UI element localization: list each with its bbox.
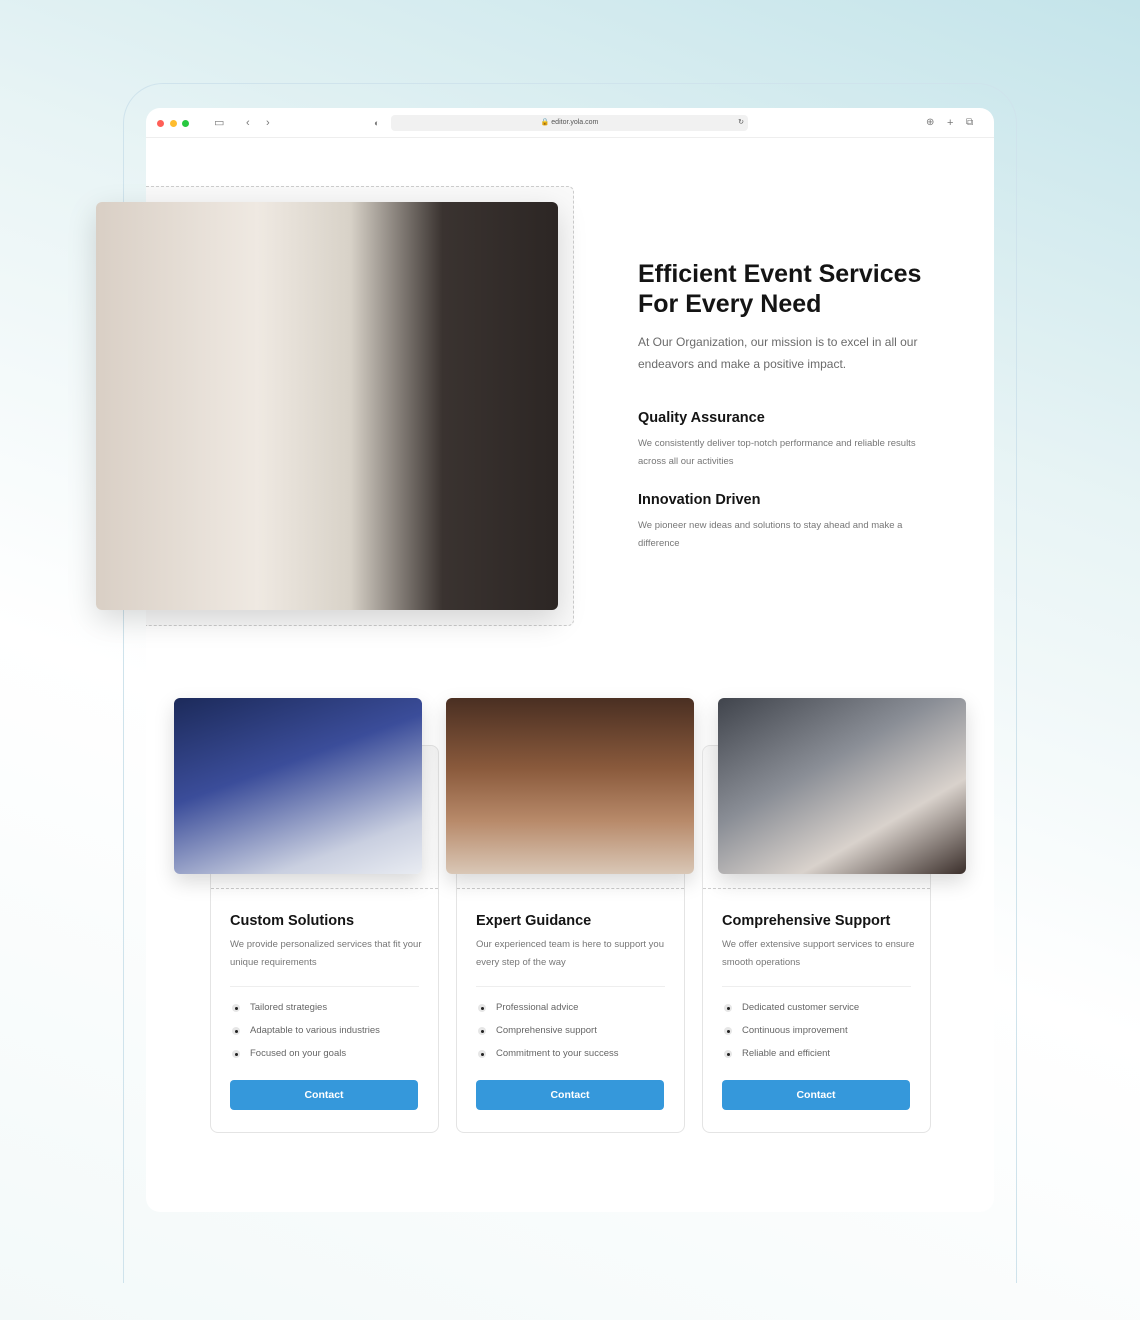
minimize-window-button[interactable] (170, 120, 177, 127)
feature-text: We consistently deliver top-notch perfor… (638, 438, 916, 467)
new-tab-icon[interactable]: + (947, 116, 953, 130)
list-item: Adaptable to various industries (230, 1025, 380, 1048)
list-item: Focused on your goals (230, 1048, 380, 1071)
download-icon[interactable]: ⊕ (926, 116, 934, 130)
list-item: Dedicated customer service (722, 1002, 859, 1025)
reload-icon[interactable]: ↻ (738, 115, 744, 131)
address-bar[interactable]: 🔒 editor.yola.com ↻ (391, 115, 748, 131)
sidebar-icon[interactable]: ▭ (214, 116, 224, 130)
list-item: Commitment to your success (476, 1048, 618, 1071)
feature-list: Tailored strategies Adaptable to various … (230, 1002, 380, 1071)
maximize-window-button[interactable] (182, 120, 189, 127)
feature-list: Dedicated customer service Continuous imp… (722, 1002, 859, 1071)
card-text: We provide personalized services that fi… (230, 939, 422, 968)
page-title: Efficient Event Services For Every Need (638, 260, 922, 318)
divider (476, 986, 665, 987)
list-item: Continuous improvement (722, 1025, 859, 1048)
tabs-overview-icon[interactable]: ⧉ (966, 116, 973, 130)
card-divider (703, 888, 930, 889)
divider (722, 986, 911, 987)
card-title: Comprehensive Support (722, 913, 891, 929)
browser-toolbar: ▭ ‹ › ◐ 🔒 editor.yola.com ↻ ⊕ + ⧉ (146, 108, 994, 138)
contact-button[interactable]: Contact (476, 1080, 664, 1110)
card-divider (457, 888, 684, 889)
list-item: Tailored strategies (230, 1002, 380, 1025)
card-title: Expert Guidance (476, 913, 592, 929)
forward-icon[interactable]: › (266, 116, 270, 130)
card-text: We offer extensive support services to e… (722, 939, 915, 968)
feature-title: Innovation Driven (638, 492, 761, 508)
card-divider (211, 888, 438, 889)
feature-text: We pioneer new ideas and solutions to st… (638, 520, 903, 549)
hero-image (96, 202, 558, 610)
divider (230, 986, 419, 987)
url-text: editor.yola.com (551, 119, 599, 126)
card-text: Our experienced team is here to support … (476, 939, 664, 968)
contact-button[interactable]: Contact (722, 1080, 910, 1110)
shield-icon[interactable]: ◐ (374, 116, 379, 130)
contact-button[interactable]: Contact (230, 1080, 418, 1110)
close-window-button[interactable] (157, 120, 164, 127)
hero-intro: At Our Organization, our mission is to e… (638, 335, 918, 371)
list-item: Comprehensive support (476, 1025, 618, 1048)
card-title: Custom Solutions (230, 913, 355, 929)
card-image (718, 698, 966, 874)
card-image (174, 698, 422, 874)
card-image (446, 698, 694, 874)
list-item: Professional advice (476, 1002, 618, 1025)
list-item: Reliable and efficient (722, 1048, 859, 1071)
back-icon[interactable]: ‹ (246, 116, 250, 130)
feature-title: Quality Assurance (638, 410, 765, 426)
feature-list: Professional advice Comprehensive support… (476, 1002, 618, 1071)
